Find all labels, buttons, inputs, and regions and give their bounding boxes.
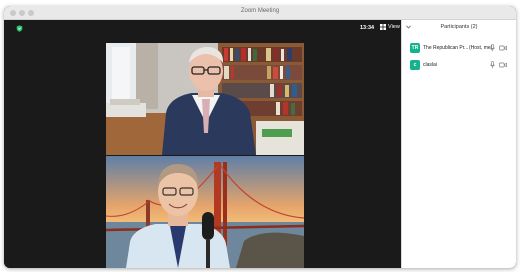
participant-role: (Host, me) (469, 45, 493, 51)
avatar: c (410, 60, 420, 70)
meeting-clock: 13:34 (360, 25, 375, 31)
host-video-feed (106, 43, 304, 155)
participant-row[interactable]: TR The Republican Pr... (Host, me) (402, 43, 516, 57)
view-button[interactable]: View (380, 24, 400, 30)
video-camera-icon[interactable] (499, 62, 507, 68)
video-camera-icon[interactable] (499, 45, 507, 51)
participants-panel: Participants (2) TR The Republican Pr...… (401, 20, 516, 268)
video-tile-guest[interactable] (106, 156, 304, 268)
participant-name: claslai (423, 62, 437, 68)
window-title: Zoom Meeting (240, 8, 280, 14)
video-tile-host[interactable] (106, 43, 304, 155)
participants-header: Participants (2) (402, 20, 516, 35)
title-bar: Zoom Meeting (4, 6, 516, 20)
guest-video-feed (106, 156, 304, 268)
mic-icon[interactable] (490, 61, 495, 69)
participant-name: The Republican Pr... (423, 45, 469, 51)
grid-view-icon (380, 24, 386, 30)
mic-icon[interactable] (490, 44, 495, 52)
zoom-window: Zoom Meeting 13:34 View Participants (2)… (4, 6, 516, 268)
participant-row[interactable]: c claslai (402, 60, 516, 74)
view-button-label: View (388, 24, 400, 30)
avatar: TR (410, 43, 420, 53)
participants-title: Participants (2) (440, 24, 478, 30)
security-shield-icon[interactable] (16, 25, 23, 32)
video-stage: 13:34 View (4, 20, 401, 268)
